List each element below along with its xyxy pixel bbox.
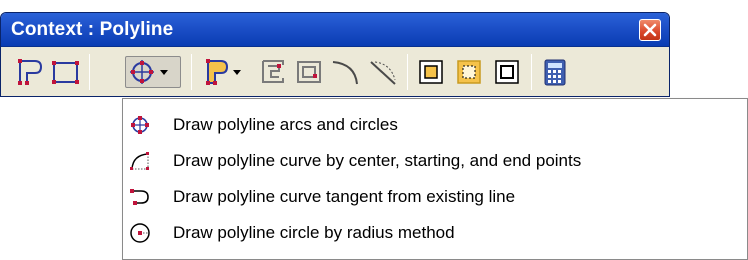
stage: Context : Polyline Draw polyline arcs an… [0,0,748,260]
menu-item-arcs-circles[interactable]: Draw polyline arcs and circles [123,109,747,143]
square-inner-button[interactable] [415,56,447,88]
square-outline-button[interactable] [491,56,523,88]
calculator-button[interactable] [539,56,571,88]
rectangle-button[interactable] [49,56,81,88]
menu-item-curve-tangent[interactable]: Draw polyline curve tangent from existin… [123,181,747,215]
square-dotted-button[interactable] [453,56,485,88]
circle-radius-icon [129,222,151,244]
context-toolbar-window: Context : Polyline [0,12,670,97]
polyline-arc-circle-dropdown-icon [130,60,168,84]
arc-circle-dropdown-menu: Draw polyline arcs and circles Draw poly… [122,98,748,260]
curve-dotted-icon [370,61,396,85]
arc-circle-dropdown-button[interactable] [125,56,181,88]
menu-item-label: Draw polyline curve by center, starting,… [173,151,582,170]
curve-button[interactable] [329,56,361,88]
polyline-fill-dropdown-icon [206,59,241,85]
menu-item-label: Draw polyline circle by radius method [173,223,455,242]
polyline-edit-button[interactable] [13,56,45,88]
curve-dotted-button[interactable] [367,56,399,88]
polyline-edit-icon [18,59,43,85]
menu-item-label: Draw polyline arcs and circles [173,115,398,134]
menu-item-curve-center[interactable]: Draw polyline curve by center, starting,… [123,145,747,179]
polyline-offset-frame-button[interactable] [293,56,325,88]
close-icon [643,23,657,37]
title-bar[interactable]: Context : Polyline [1,13,669,47]
polyline-fill-dropdown-button[interactable] [201,56,249,88]
calculator-icon [544,59,566,86]
square-dotted-icon [457,60,481,84]
window-title: Context : Polyline [11,19,174,40]
curve-center-icon [129,150,151,172]
square-inner-icon [419,60,443,84]
menu-item-label: Draw polyline curve tangent from existin… [173,187,516,206]
curve-tangent-icon [129,186,151,208]
curve-icon [332,61,358,85]
rectangle-icon [52,61,79,84]
square-outline-icon [495,60,519,84]
arcs-circles-icon [129,114,151,136]
menu-item-circle-radius[interactable]: Draw polyline circle by radius method [123,217,747,251]
toolbar [1,48,669,96]
polyline-offset-frame-icon [297,61,321,83]
toolbar-separator [531,54,532,90]
toolbar-separator [191,54,192,90]
close-button[interactable] [639,19,661,41]
toolbar-separator [89,54,90,90]
toolbar-separator [407,54,408,90]
polyline-frame-icon [262,60,284,83]
polyline-frame-button[interactable] [257,56,289,88]
